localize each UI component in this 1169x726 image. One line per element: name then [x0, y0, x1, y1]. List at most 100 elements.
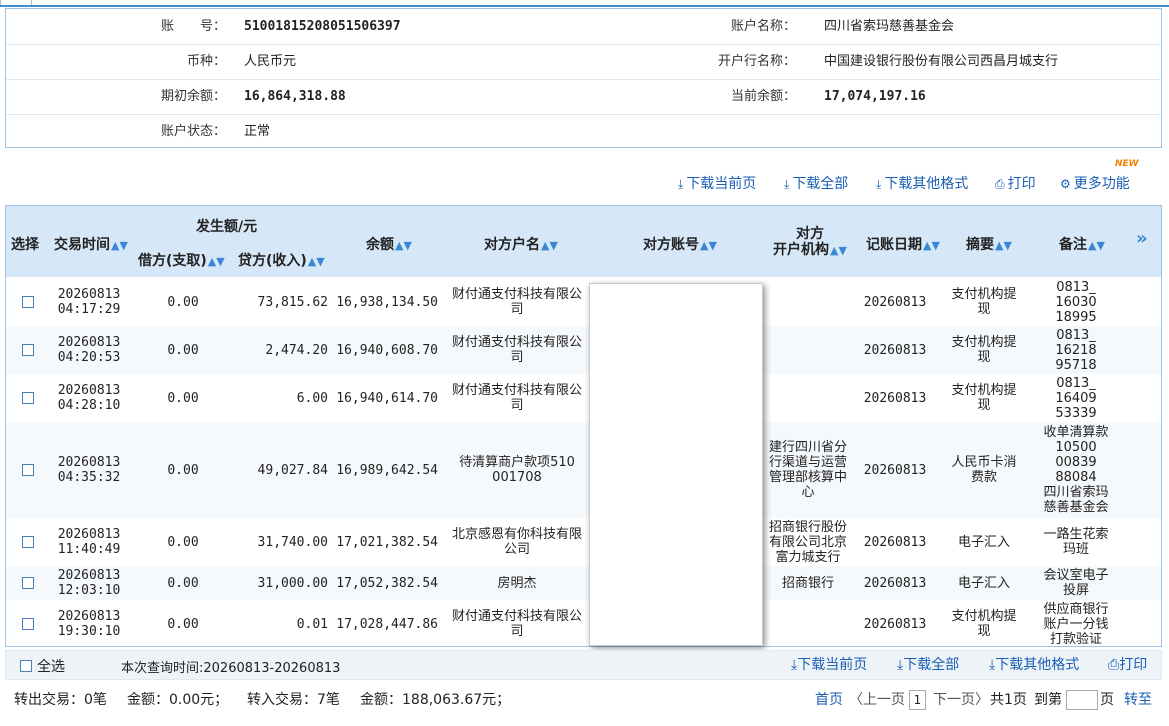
debit-amount-line: 0.00 [167, 294, 199, 310]
remark-line: 收单清算款 [1043, 425, 1109, 440]
goto-page-input[interactable] [1066, 690, 1098, 710]
summary-line: 现 [977, 302, 991, 317]
remark-line: 0813_ [1056, 327, 1096, 343]
query-time: 本次查询时间:20260813-20260813 [121, 661, 341, 676]
credit-amount: 73,815.62 [228, 278, 328, 326]
download-other-format-button[interactable]: ⤓ 下载其他格式 [876, 172, 968, 196]
header-time[interactable]: 交易时间▲▼ [54, 234, 128, 254]
post-date-line: 20260813 [863, 342, 927, 358]
table-row[interactable]: 20260813 11:40:49 0.00 31,740.00 17,021,382.… [6, 518, 1161, 566]
print-label: 打印 [1007, 176, 1036, 192]
more-functions-button[interactable]: ⚙ 更多功能 [1060, 172, 1130, 196]
header-counterparty-name[interactable]: 对方户名▲▼ [484, 234, 558, 254]
remark-line: 一路生花索 [1043, 527, 1109, 542]
transaction-time-line: 20260813 [57, 609, 121, 624]
select-all-checkbox[interactable] [20, 660, 32, 672]
header-post-date[interactable]: 记账日期▲▼ [866, 234, 940, 254]
transaction-time-line: 20260813 [57, 527, 121, 542]
remark-line: 慈善基金会 [1043, 500, 1109, 515]
footer-print-button[interactable]: ⎙打印 [1108, 655, 1147, 675]
balance-amount: 16,938,134.50 [330, 278, 438, 326]
table-row[interactable]: 20260813 04:20:53 0.00 2,474.20 16,940,608.7… [6, 326, 1161, 374]
table-row[interactable]: 20260813 04:17:29 0.00 73,815.62 16,938,134.… [6, 278, 1161, 326]
table-row[interactable]: 20260813 12:03:10 0.00 31,000.00 17,052,382.… [6, 566, 1161, 600]
summary-and-pagination: 转出交易：0笔 金额：0.00元； 转入交易：7笔 金额：188,063.67元… [0, 684, 1169, 716]
balance-amount: 17,028,447.86 [330, 600, 438, 646]
print-button[interactable]: ⎙ 打印 [995, 172, 1036, 196]
sort-icon: ▲▼ [1088, 239, 1105, 252]
sort-icon: ▲▼ [207, 255, 225, 268]
footer-download-all-button[interactable]: ⤓下载全部 [897, 655, 959, 675]
remark: 0813_ 16409 53339 [1036, 374, 1116, 422]
download-all-button[interactable]: ⤓ 下载全部 [784, 172, 848, 196]
post-date-line: 20260813 [863, 294, 927, 310]
download-page-button[interactable]: ⤓ 下载当前页 [678, 172, 756, 196]
balance-amount: 17,021,382.54 [330, 518, 438, 566]
summary: 电子汇入 [942, 566, 1026, 600]
row-checkbox[interactable] [22, 344, 34, 356]
post-date: 20260813 [856, 326, 934, 374]
debit-amount: 0.00 [138, 518, 228, 566]
header-credit[interactable]: 贷方(收入)▲▼ [238, 250, 325, 270]
header-counterparty-account[interactable]: 对方账号▲▼ [643, 234, 717, 254]
row-checkbox-cell [20, 374, 36, 422]
row-checkbox[interactable] [22, 577, 34, 589]
post-date: 20260813 [856, 422, 934, 518]
credit-amount-line: 2,474.20 [265, 342, 328, 358]
incoming-amount: 金额：188,063.67元； [360, 692, 511, 708]
top-tab-bar [0, 0, 1169, 7]
post-date-line: 20260813 [863, 462, 927, 478]
summary-line: 现 [977, 398, 991, 413]
top-tab[interactable] [0, 0, 32, 5]
current-page: 1 [909, 690, 926, 710]
go-button[interactable]: 转至 [1124, 690, 1152, 710]
transaction-time-line: 20260813 [57, 383, 121, 398]
summary: 支付机构提现 [942, 278, 1026, 326]
credit-amount: 0.01 [228, 600, 328, 646]
row-checkbox[interactable] [22, 464, 34, 476]
balance-amount: 17,052,382.54 [330, 566, 438, 600]
footer-download-other-button[interactable]: ⤓下载其他格式 [989, 655, 1079, 675]
debit-amount: 0.00 [138, 422, 228, 518]
row-checkbox-cell [20, 600, 36, 646]
balance-amount-line: 16,989,642.54 [336, 462, 438, 478]
header-summary[interactable]: 摘要▲▼ [966, 234, 1012, 254]
remark-line: 95718 [1055, 357, 1097, 373]
row-checkbox[interactable] [22, 392, 34, 404]
row-checkbox[interactable] [22, 296, 34, 308]
remark-line: 玛班 [1062, 542, 1089, 557]
counterparty-bank [762, 326, 854, 374]
row-checkbox[interactable] [22, 618, 34, 630]
counterparty-name-line: 司 [510, 624, 524, 639]
row-checkbox[interactable] [22, 536, 34, 548]
first-page-link[interactable]: 首页 [815, 690, 843, 710]
header-balance[interactable]: 余额▲▼ [366, 234, 412, 254]
counterparty-name-line: 司 [510, 398, 524, 413]
transaction-time: 20260813 19:30:10 [50, 600, 128, 646]
credit-amount-line: 31,740.00 [257, 534, 328, 550]
table-row[interactable]: 20260813 19:30:10 0.00 0.01 17,028,447.86 财付通… [6, 600, 1161, 646]
prev-page-link[interactable]: 〈上一页 [849, 690, 905, 710]
gear-icon: ⚙ [1060, 177, 1071, 191]
table-row[interactable]: 20260813 04:35:32 0.00 49,027.84 16,989,642.… [6, 422, 1161, 518]
footer-download-page-button[interactable]: ⤓下载当前页 [791, 655, 867, 675]
remark-line: 18995 [1055, 309, 1097, 325]
account-name: 四川省索玛慈善基金会 [824, 19, 955, 34]
remark-line: 供应商银行 [1043, 601, 1109, 617]
summary-line: 支付机构提 [951, 383, 1017, 398]
row-checkbox-cell [20, 518, 36, 566]
debit-amount-line: 0.00 [167, 342, 199, 358]
expand-columns-icon[interactable]: » [1136, 228, 1148, 249]
header-remark[interactable]: 备注▲▼ [1059, 234, 1105, 254]
header-debit[interactable]: 借方(支取)▲▼ [138, 250, 225, 270]
table-row[interactable]: 20260813 04:28:10 0.00 6.00 16,940,614.70 财付通… [6, 374, 1161, 422]
next-page-link[interactable]: 下一页〉 [933, 690, 989, 710]
transaction-time: 20260813 04:35:32 [50, 422, 128, 518]
header-counterparty-bank[interactable]: 对方 开户机构▲▼ [770, 226, 850, 259]
counterparty-bank-line: 富力城支行 [775, 549, 841, 565]
remark: 会议室电子 投屏 [1036, 566, 1116, 600]
transaction-time: 20260813 04:28:10 [50, 374, 128, 422]
header-credit-label: 贷方(收入) [238, 253, 307, 269]
info-row-status: 账户状态： 正常 [6, 114, 1161, 149]
remark: 收单清算款 10500 00839 88084 四川省索玛 慈善基金会 [1036, 422, 1116, 518]
